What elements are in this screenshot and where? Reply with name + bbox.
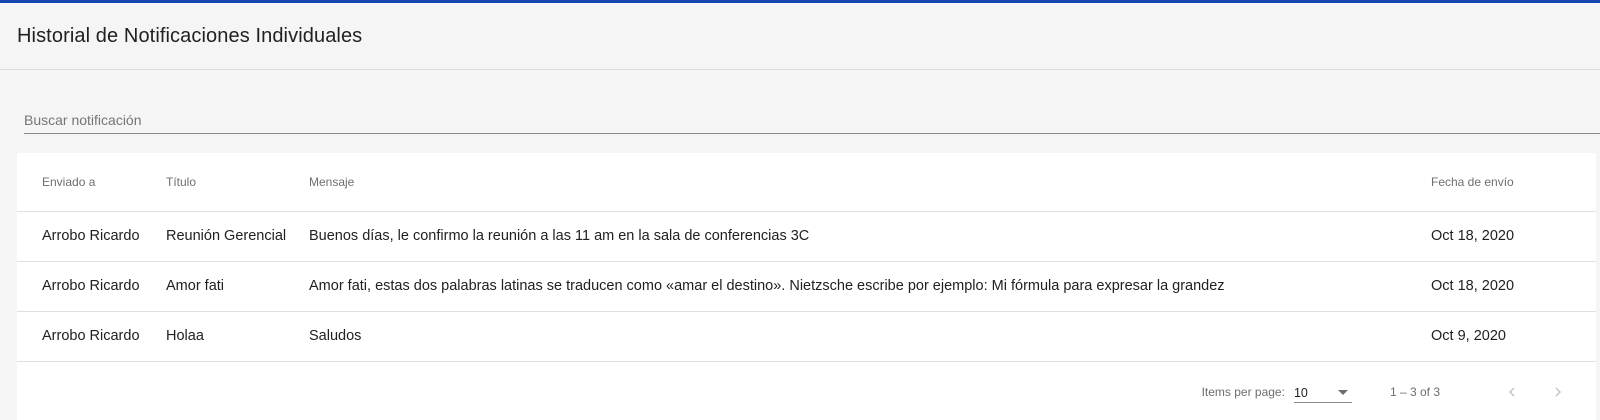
- cell-sent-date: Oct 9, 2020: [1431, 311, 1596, 362]
- cell-message: Buenos días, le confirmo la reunión a la…: [309, 211, 1431, 262]
- chevron-down-icon: [1337, 390, 1348, 395]
- column-header-sent-date[interactable]: Fecha de envío: [1431, 153, 1596, 212]
- notifications-table-card: Enviado a Título Mensaje Fecha de envío …: [17, 153, 1596, 420]
- column-header-title[interactable]: Título: [166, 153, 309, 212]
- table-row[interactable]: Arrobo Ricardo Amor fati Amor fati, esta…: [17, 261, 1596, 312]
- cell-title: Reunión Gerencial: [166, 211, 309, 262]
- notifications-table: Enviado a Título Mensaje Fecha de envío …: [17, 153, 1596, 362]
- chevron-right-icon: [1555, 387, 1561, 397]
- page-header: Historial de Notificaciones Individuales: [0, 3, 1600, 70]
- cell-sent-date: Oct 18, 2020: [1431, 211, 1596, 262]
- cell-message: Amor fati, estas dos palabras latinas se…: [309, 261, 1431, 312]
- items-per-page-value: 10: [1293, 385, 1308, 400]
- cell-sent-to: Arrobo Ricardo: [17, 261, 166, 312]
- search-input[interactable]: [24, 101, 1600, 133]
- cell-sent-date: Oct 18, 2020: [1431, 261, 1596, 312]
- cell-message: Saludos: [309, 311, 1431, 362]
- chevron-left-icon: [1509, 387, 1515, 397]
- cell-title: Holaa: [166, 311, 309, 362]
- items-per-page-select[interactable]: 10: [1293, 381, 1352, 403]
- search-field[interactable]: [24, 101, 1600, 134]
- cell-sent-to: Arrobo Ricardo: [17, 311, 166, 362]
- table-row[interactable]: Arrobo Ricardo Reunión Gerencial Buenos …: [17, 211, 1596, 262]
- column-header-sent-to[interactable]: Enviado a: [17, 153, 166, 212]
- next-page-button[interactable]: [1538, 372, 1578, 412]
- cell-title: Amor fati: [166, 261, 309, 312]
- paginator: Items per page: 10 1 – 3 of 3: [17, 369, 1596, 415]
- table-row[interactable]: Arrobo Ricardo Holaa Saludos Oct 9, 2020: [17, 311, 1596, 362]
- previous-page-button[interactable]: [1492, 372, 1532, 412]
- cell-sent-to: Arrobo Ricardo: [17, 211, 166, 262]
- page-range-label: 1 – 3 of 3: [1389, 385, 1440, 399]
- table-header-row: Enviado a Título Mensaje Fecha de envío: [17, 153, 1596, 212]
- column-header-message[interactable]: Mensaje: [309, 153, 1431, 212]
- items-per-page-label: Items per page:: [1201, 385, 1285, 399]
- page-title: Historial de Notificaciones Individuales: [17, 24, 363, 47]
